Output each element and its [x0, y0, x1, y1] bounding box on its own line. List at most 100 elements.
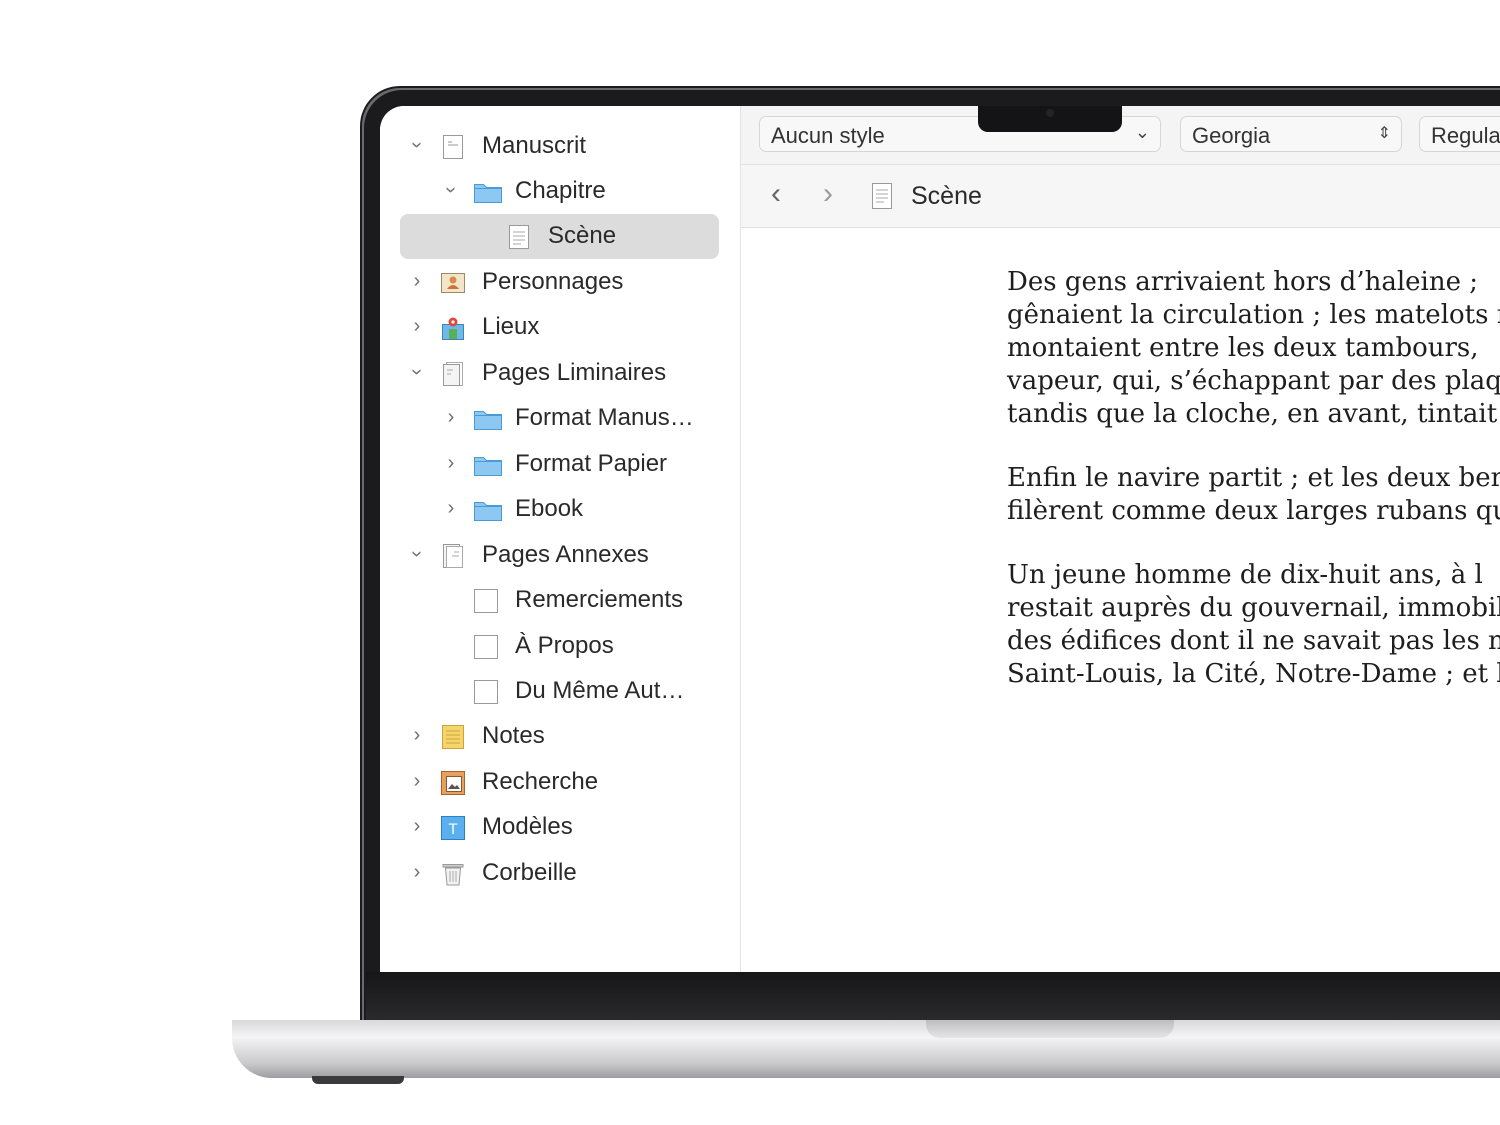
camera-lens — [1046, 109, 1054, 117]
chevron-down-icon: ⌄ — [1134, 122, 1150, 142]
chevron-down-icon[interactable]: › — [440, 179, 462, 201]
binder-item-label: Scène — [548, 222, 617, 249]
font-weight-popup[interactable]: Regular — [1419, 116, 1500, 152]
binder-sidebar: › Manuscrit › Chapitre Scène › Personnag… — [380, 106, 741, 972]
font-family-value: Georgia — [1192, 123, 1271, 148]
binder-item-recherche[interactable]: › Recherche — [380, 760, 740, 805]
chevron-right-icon[interactable]: › — [440, 406, 462, 428]
binder-item-label: Pages Liminaires — [482, 359, 667, 386]
binder-item-label: Format Papier — [515, 450, 668, 477]
document-title: Scène — [911, 182, 982, 210]
binder-item-notes[interactable]: › Notes — [380, 714, 740, 759]
blank-page-icon — [474, 680, 498, 704]
laptop-chin — [366, 972, 1500, 1020]
document-text-area[interactable]: Des gens arrivaient hors d’haleine ; gên… — [1007, 266, 1500, 722]
binder-item-du-meme-auteur[interactable]: Du Même Aut… — [380, 669, 740, 714]
manuscript-document-icon — [443, 135, 463, 159]
binder-item-label: Corbeille — [482, 859, 577, 886]
binder-item-format-manuscrit[interactable]: › Format Manus… — [380, 396, 740, 441]
text-line: montaient entre les deux tambours, — [1007, 333, 1479, 363]
binder-item-lieux[interactable]: › Lieux — [380, 305, 740, 350]
forward-arrow-icon[interactable]: › — [823, 179, 833, 209]
editor-navigation-bar: ‹ › Scène — [741, 165, 1500, 228]
chevron-right-icon[interactable]: › — [406, 861, 428, 883]
binder-item-label: Modèles — [482, 813, 573, 840]
chevron-down-icon[interactable]: › — [406, 134, 428, 156]
chevron-right-icon[interactable]: › — [440, 497, 462, 519]
binder-item-label: Chapitre — [515, 177, 606, 204]
laptop-foot — [312, 1076, 404, 1084]
text-line: tandis que la cloche, en avant, tintait … — [1007, 399, 1500, 429]
folder-icon — [474, 457, 502, 476]
chevron-right-icon[interactable]: › — [406, 815, 428, 837]
character-card-icon — [441, 273, 465, 293]
binder-item-label: Lieux — [482, 313, 540, 340]
paragraph-1: Des gens arrivaient hors d’haleine ; gên… — [1007, 266, 1500, 431]
text-line: filèrent comme deux larges rubans que — [1007, 496, 1500, 526]
chevron-right-icon[interactable]: › — [406, 315, 428, 337]
binder-item-pages-annexes[interactable]: › Pages Annexes — [380, 533, 740, 578]
binder-item-personnages[interactable]: › Personnages — [380, 260, 740, 305]
chevron-right-icon[interactable]: › — [406, 724, 428, 746]
paragraph-style-value: Aucun style — [771, 123, 885, 148]
chevron-down-icon[interactable]: › — [406, 361, 428, 383]
chevron-right-icon[interactable]: › — [406, 770, 428, 792]
binder-item-label: Recherche — [482, 768, 599, 795]
font-family-popup[interactable]: Georgia ⇕ — [1180, 116, 1402, 152]
binder-item-modeles[interactable]: › T Modèles — [380, 805, 740, 850]
text-line: vapeur, qui, s’échappant par des plaq — [1007, 366, 1500, 396]
font-weight-value: Regular — [1431, 123, 1500, 148]
paragraph-2: Enfin le navire partit ; et les deux ber… — [1007, 462, 1500, 528]
binder-item-label: Manuscrit — [482, 132, 587, 159]
laptop-base — [232, 1020, 1500, 1078]
templates-icon: T — [441, 816, 465, 840]
binder-item-label: Notes — [482, 722, 545, 749]
binder-item-label: Remerciements — [515, 586, 684, 613]
text-line: des édifices dont il ne savait pas les n… — [1007, 626, 1500, 656]
laptop-lid-notch — [926, 1020, 1174, 1038]
editor-pane: Aucun style ⌄ Georgia ⇕ Regular ‹ › Scèn… — [741, 106, 1500, 972]
chevron-down-icon[interactable]: › — [406, 543, 428, 565]
binder-item-label: Personnages — [482, 268, 624, 295]
text-line: Un jeune homme de dix-huit ans, à l — [1007, 560, 1483, 590]
text-line: restait auprès du gouvernail, immobile — [1007, 593, 1500, 623]
text-line: Des gens arrivaient hors d’haleine ; — [1007, 267, 1479, 297]
text-document-icon — [872, 183, 892, 209]
blank-page-icon — [474, 635, 498, 659]
folder-icon — [474, 502, 502, 521]
binder-item-ebook[interactable]: › Ebook — [380, 487, 740, 532]
chevron-right-icon[interactable]: › — [440, 452, 462, 474]
binder-item-label: Pages Annexes — [482, 541, 649, 568]
binder-item-label: Du Même Aut… — [515, 677, 685, 704]
research-folder-icon — [441, 771, 465, 795]
svg-text:T: T — [448, 822, 458, 838]
binder-item-manuscrit[interactable]: › Manuscrit — [380, 124, 740, 169]
map-places-icon — [442, 317, 464, 340]
binder-item-corbeille[interactable]: › Corbeille — [380, 851, 740, 896]
binder-item-label: À Propos — [515, 632, 614, 659]
text-line: Enfin le navire partit ; et les deux ber — [1007, 463, 1500, 493]
app-window: › Manuscrit › Chapitre Scène › Personnag… — [380, 106, 1500, 972]
chevron-right-icon[interactable]: › — [406, 270, 428, 292]
binder-item-a-propos[interactable]: À Propos — [380, 624, 740, 669]
folder-icon — [474, 184, 502, 203]
text-line: Saint-Louis, la Cité, Notre-Dame ; et bi — [1007, 659, 1500, 689]
binder-item-remerciements[interactable]: Remerciements — [380, 578, 740, 623]
binder-item-chapitre[interactable]: › Chapitre — [380, 169, 740, 214]
binder-item-pages-liminaires[interactable]: › Pages Liminaires — [380, 351, 740, 396]
up-down-arrows-icon: ⇕ — [1377, 125, 1391, 142]
paragraph-3: Un jeune homme de dix-huit ans, à l rest… — [1007, 559, 1500, 691]
back-matter-icon — [443, 544, 463, 568]
binder-item-scene[interactable]: Scène — [380, 214, 740, 259]
binder-item-label: Format Manus… — [515, 404, 694, 431]
binder-item-label: Ebook — [515, 495, 584, 522]
back-arrow-icon[interactable]: ‹ — [771, 179, 781, 209]
front-matter-icon — [443, 362, 463, 386]
notebook-icon — [442, 725, 464, 749]
trash-icon — [442, 864, 464, 886]
blank-page-icon — [474, 589, 498, 613]
folder-icon — [474, 411, 502, 430]
text-line: gênaient la circulation ; les matelots r — [1007, 300, 1500, 330]
binder-item-format-papier[interactable]: › Format Papier — [380, 442, 740, 487]
text-document-icon — [509, 225, 529, 249]
